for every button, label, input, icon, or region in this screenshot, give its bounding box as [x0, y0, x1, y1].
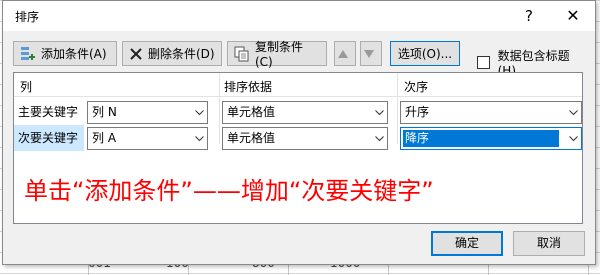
options-label: 选项(O)...	[397, 47, 453, 61]
sort-dialog: 排序 ? ✕ 添加条件(A) 删除条件(D) 复制条件(C) 选项(O)... …	[2, 0, 596, 265]
chevron-down-icon	[370, 128, 387, 149]
column-select-value: 列 N	[92, 105, 117, 119]
options-button[interactable]: 选项(O)...	[390, 41, 460, 66]
delete-condition-button[interactable]: 删除条件(D)	[122, 41, 222, 66]
chevron-down-icon	[564, 128, 581, 149]
copy-icon	[234, 46, 249, 61]
column-select[interactable]: 列 N	[87, 101, 208, 124]
primary-key-label: 主要关键字	[18, 105, 79, 119]
dialog-title: 排序	[15, 10, 40, 24]
help-button[interactable]: ?	[518, 5, 540, 27]
move-up-button[interactable]	[334, 41, 356, 66]
sort-on-select-value: 单元格值	[227, 105, 276, 119]
order-select-value: 降序	[403, 130, 559, 147]
chevron-down-icon	[190, 128, 207, 149]
triangle-up-icon	[337, 49, 348, 58]
column-select-value: 列 A	[92, 131, 117, 145]
copy-condition-label: 复制条件(C)	[255, 40, 304, 69]
column-header: 列	[20, 80, 33, 94]
order-select-value: 升序	[405, 105, 430, 119]
add-condition-icon	[21, 46, 35, 60]
move-down-button[interactable]	[360, 41, 382, 66]
triangle-down-icon	[363, 49, 374, 58]
add-condition-label: 添加条件(A)	[41, 47, 107, 61]
title-bar: 排序 ? ✕	[3, 1, 595, 31]
sort-on-select-value: 单元格值	[227, 131, 276, 145]
chevron-down-icon	[564, 102, 581, 123]
tutorial-annotation: 单击“添加条件”——增加“次要关键字”	[24, 177, 434, 205]
sort-level-row[interactable]: 次要关键字 列 A 单元格值 降序	[14, 125, 582, 151]
sort-conditions-grid: 列 排序依据 次序 主要关键字 列 N 单元格值 升序 次要关键字 列 A 单元…	[13, 72, 583, 224]
column-select[interactable]: 列 A	[87, 127, 208, 150]
cancel-button[interactable]: 取消	[513, 231, 585, 256]
close-button[interactable]: ✕	[561, 5, 585, 27]
toolbar: 添加条件(A) 删除条件(D) 复制条件(C) 选项(O)... 数据包含标题(…	[13, 40, 585, 78]
add-condition-button[interactable]: 添加条件(A)	[13, 41, 117, 66]
delete-icon	[130, 47, 142, 60]
has-headers-checkbox[interactable]	[477, 56, 490, 69]
ok-button[interactable]: 确定	[431, 231, 503, 256]
secondary-key-label: 次要关键字	[14, 125, 84, 151]
sort-level-row[interactable]: 主要关键字 列 N 单元格值 升序	[14, 99, 582, 125]
order-header: 次序	[404, 80, 429, 94]
order-select[interactable]: 升序	[400, 101, 582, 124]
copy-condition-button[interactable]: 复制条件(C)	[227, 40, 327, 69]
sort-on-select[interactable]: 单元格值	[222, 127, 388, 150]
sort-on-header: 排序依据	[224, 80, 273, 94]
chevron-down-icon	[370, 102, 387, 123]
sort-on-select[interactable]: 单元格值	[222, 101, 388, 124]
chevron-down-icon	[190, 102, 207, 123]
grid-header: 列 排序依据 次序	[14, 73, 582, 97]
order-select[interactable]: 降序	[400, 127, 582, 150]
delete-condition-label: 删除条件(D)	[148, 47, 215, 61]
